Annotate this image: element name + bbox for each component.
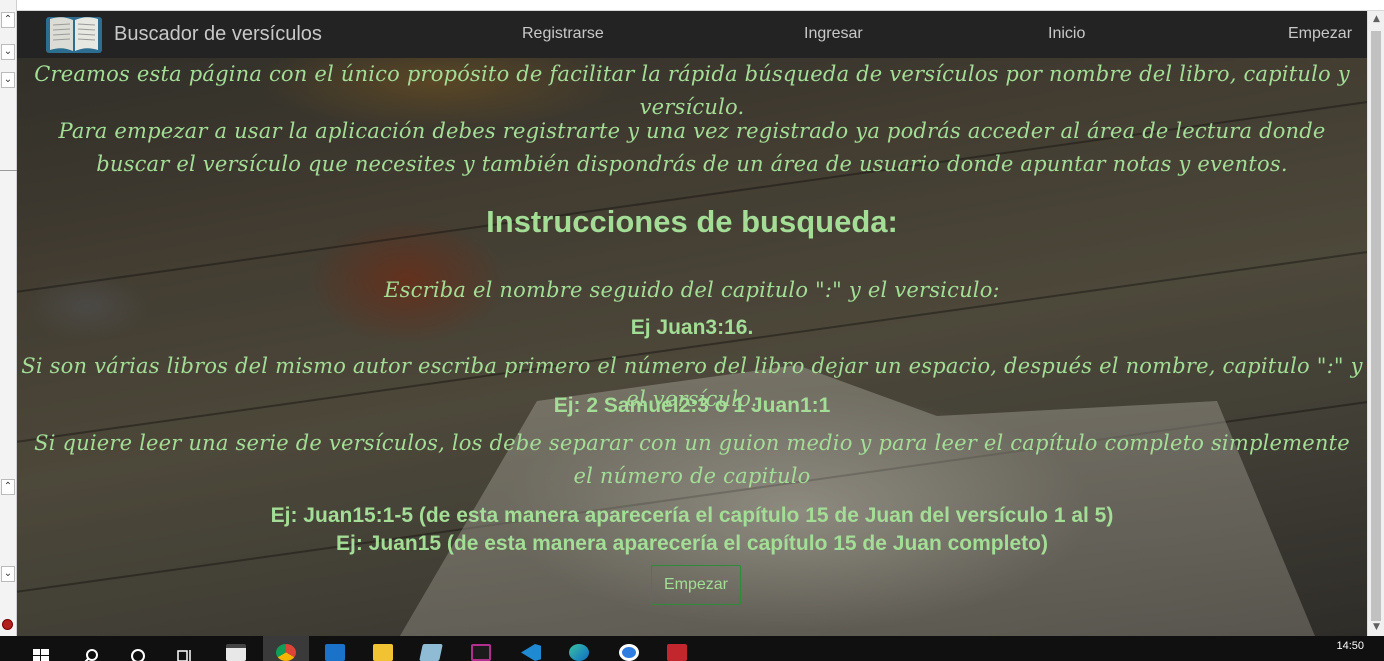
- instruction-3: Si quiere leer una serie de versículos, …: [34, 431, 1350, 488]
- nav-link-empezar[interactable]: Empezar: [1288, 25, 1352, 43]
- blue-app-icon[interactable]: [606, 636, 652, 661]
- filezilla-icon[interactable]: [654, 636, 700, 661]
- mail-icon[interactable]: [312, 636, 358, 661]
- chrome-icon[interactable]: [263, 636, 309, 661]
- scroll-up-icon[interactable]: ⌃: [1, 479, 15, 495]
- instruction-1: Escriba el nombre seguido del capitulo "…: [384, 278, 1000, 302]
- example-2: Ej: 2 Samuel2:3 o 1 Juan1:1: [553, 394, 831, 417]
- divider: [0, 170, 17, 171]
- cortana-icon[interactable]: [115, 636, 161, 661]
- chevron-down-icon[interactable]: ⌄: [1, 44, 15, 60]
- search-icon[interactable]: [68, 636, 114, 661]
- navbar: Buscador de versículos Registrarse Ingre…: [17, 11, 1367, 58]
- example-3: Ej: Juan15:1-5 (de esta manera aparecerí…: [270, 504, 1114, 527]
- scrollbar-thumb[interactable]: [1371, 31, 1381, 621]
- browser-top-strip: [17, 0, 1384, 11]
- chevron-up-icon[interactable]: ⌃: [1, 12, 15, 28]
- page-scrollbar[interactable]: ▲ ▼: [1367, 11, 1384, 636]
- scroll-up-arrow-icon[interactable]: ▲: [1368, 11, 1384, 28]
- taskbar-clock[interactable]: 14:50: [1336, 640, 1364, 652]
- scroll-down-icon[interactable]: ⌄: [1, 566, 15, 582]
- scroll-down-arrow-icon[interactable]: ▼: [1368, 619, 1384, 636]
- nav-link-ingresar[interactable]: Ingresar: [804, 25, 863, 43]
- web-page: Buscador de versículos Registrarse Ingre…: [17, 11, 1367, 636]
- vscode-icon[interactable]: [508, 636, 554, 661]
- notepad-icon[interactable]: [408, 636, 454, 661]
- task-view-icon[interactable]: [162, 636, 208, 661]
- usage-paragraph: Para empezar a usar la aplicación debes …: [58, 119, 1326, 176]
- nav-link-inicio[interactable]: Inicio: [1048, 25, 1085, 43]
- file-explorer-icon[interactable]: [360, 636, 406, 661]
- intellij-icon[interactable]: [458, 636, 504, 661]
- windows-taskbar: 14:50: [0, 636, 1384, 661]
- nav-link-registrarse[interactable]: Registrarse: [522, 25, 604, 43]
- start-button[interactable]: Empezar: [651, 565, 741, 605]
- example-1: Ej Juan3:16.: [630, 316, 754, 339]
- windows-start-icon[interactable]: [18, 636, 64, 661]
- record-icon[interactable]: [2, 619, 13, 630]
- background-window-strip: ⌃ ⌄ ⌄ ⌃ ⌄: [0, 0, 17, 636]
- book-logo-icon[interactable]: [44, 13, 104, 56]
- brand-title[interactable]: Buscador de versículos: [114, 23, 322, 46]
- store-icon[interactable]: [213, 636, 259, 661]
- dropdown-chevron-icon[interactable]: ⌄: [1, 72, 15, 88]
- edge-icon[interactable]: [556, 636, 602, 661]
- example-4: Ej: Juan15 (de esta manera aparecería el…: [336, 532, 1048, 555]
- instructions-heading: Instrucciones de busqueda:: [486, 204, 898, 239]
